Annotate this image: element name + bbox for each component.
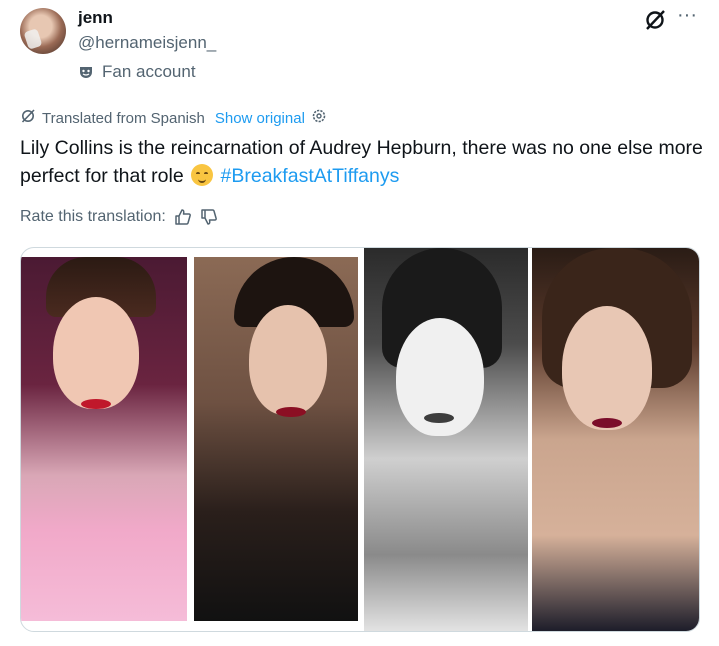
grok-icon[interactable] (643, 8, 667, 32)
photo-face (53, 297, 139, 409)
handle[interactable]: @hernameisjenn_ (78, 33, 216, 53)
translation-note: Translated from Spanish (42, 109, 205, 127)
photo-lips (592, 418, 622, 428)
thumbs-down-icon[interactable] (200, 208, 218, 226)
avatar[interactable] (20, 8, 66, 54)
rate-translation-row: Rate this translation: (20, 208, 218, 226)
display-name[interactable]: jenn (78, 8, 113, 28)
mask-icon (78, 64, 94, 80)
show-original-link[interactable]: Show original (215, 110, 305, 127)
photo-face (562, 306, 652, 430)
photo-lily-dark[interactable] (194, 257, 358, 621)
photo-lips (424, 413, 454, 423)
hashtag-link[interactable]: #BreakfastAtTiffanys (221, 165, 400, 187)
photo-lips (81, 399, 111, 409)
account-label-row: Fan account (78, 62, 196, 82)
thumbs-up-icon[interactable] (174, 208, 192, 226)
translation-notice: Translated from Spanish Show original (20, 108, 327, 128)
photo-audrey-pink[interactable] (21, 257, 187, 621)
photo-lips (276, 407, 306, 417)
rate-translation-label: Rate this translation: (20, 208, 166, 225)
account-label: Fan account (102, 62, 196, 81)
photo-lily-portrait[interactable] (532, 248, 699, 631)
media-grid[interactable] (20, 247, 700, 632)
photo-face (249, 305, 327, 415)
translate-icon (20, 108, 36, 128)
more-icon[interactable]: ··· (677, 4, 697, 27)
relieved-face-emoji (191, 164, 214, 186)
tweet-text: Lily Collins is the reincarnation of Aud… (20, 134, 710, 190)
photo-audrey-bw[interactable] (364, 248, 528, 631)
gear-icon[interactable] (311, 108, 327, 128)
